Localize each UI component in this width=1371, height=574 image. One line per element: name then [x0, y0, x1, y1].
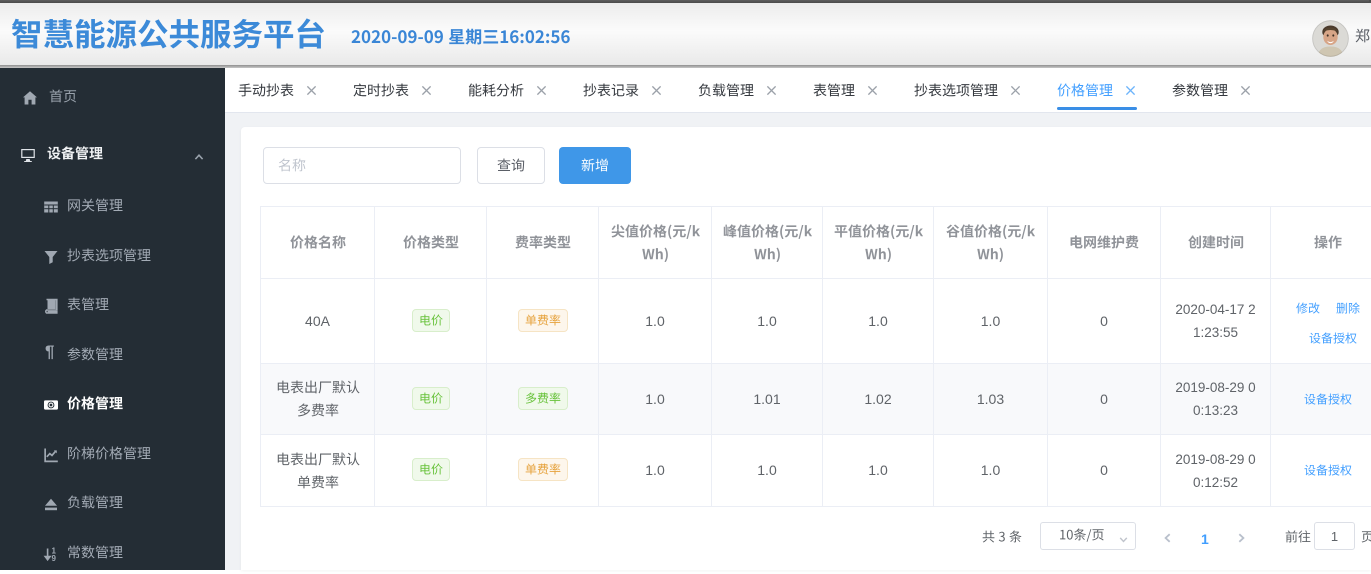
- svg-text:9: 9: [52, 554, 57, 562]
